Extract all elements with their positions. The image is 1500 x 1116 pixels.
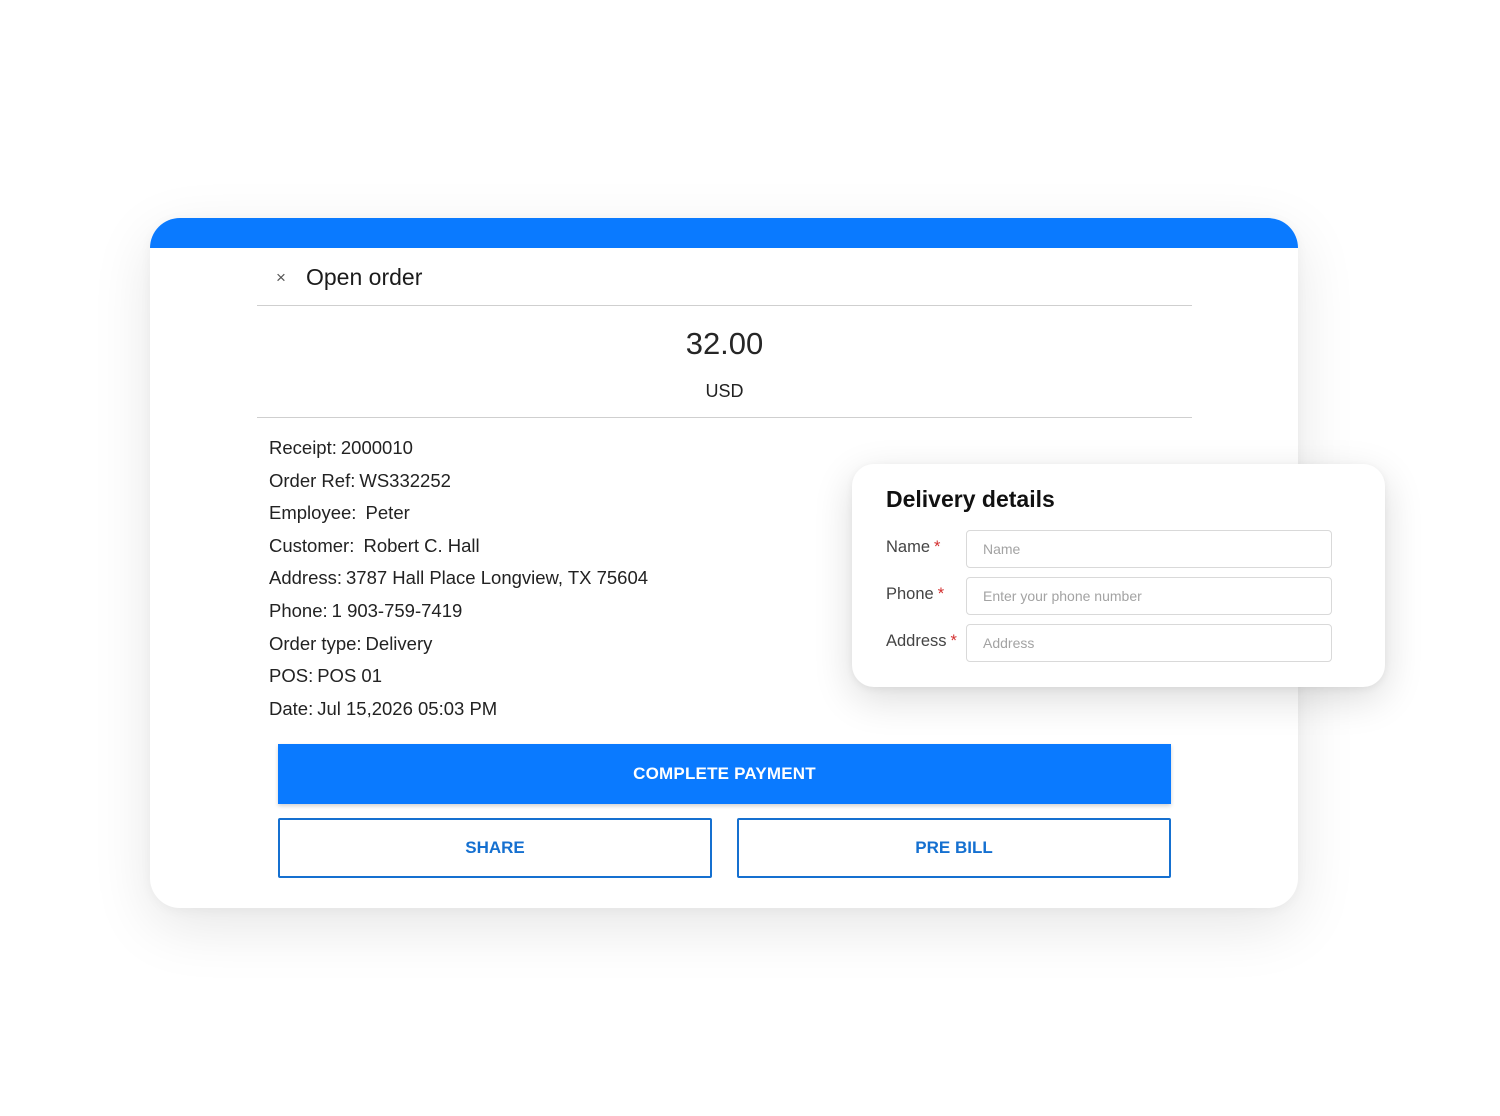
detail-value: POS 01 (317, 665, 383, 687)
phone-field-row: Phone * (886, 577, 1332, 615)
stage: × Open order 32.00 USD Receipt: 2000010 O… (0, 0, 1500, 1116)
detail-phone: Phone: 1 903-759-7419 (269, 595, 648, 628)
card-top-bar (150, 218, 1298, 248)
detail-label: Order Ref: (269, 469, 356, 491)
address-label-text: Address (886, 632, 947, 650)
address-field-row: Address * (886, 624, 1332, 662)
required-mark: * (937, 585, 945, 603)
order-header: × Open order (257, 248, 1192, 306)
detail-value: 3787 Hall Place Longview, TX 75604 (346, 567, 649, 589)
detail-date: Date: Jul 15,2026 05:03 PM (269, 693, 648, 726)
detail-label: Phone: (269, 599, 328, 621)
name-label-text: Name (886, 538, 931, 556)
close-icon[interactable]: × (271, 268, 291, 288)
detail-customer: Customer: Robert C. Hall (269, 530, 648, 563)
delivery-details-panel: Delivery details Name* Phone* Address* (852, 464, 1385, 687)
detail-order-ref: Order Ref: WS332252 (269, 465, 648, 498)
detail-label: Customer: (269, 534, 355, 556)
complete-payment-button[interactable]: COMPLETE PAYMENT (278, 744, 1171, 804)
order-details-list: Receipt: 2000010 Order Ref: WS332252 Emplo… (269, 432, 648, 725)
phone-label-text: Phone (886, 585, 934, 603)
share-button[interactable]: SHARE (278, 818, 712, 878)
pre-bill-button[interactable]: PRE BILL (737, 818, 1171, 878)
amount-block: 32.00 USD (257, 306, 1192, 418)
order-total-amount: 32.00 (685, 326, 764, 361)
detail-label: POS: (269, 665, 314, 687)
name-input[interactable] (966, 530, 1332, 568)
required-mark: * (934, 538, 941, 556)
phone-label: Phone * (886, 585, 944, 604)
detail-value: Jul 15,2026 05:03 PM (317, 697, 498, 719)
address-input[interactable] (966, 624, 1332, 662)
order-currency: USD (705, 381, 744, 401)
delivery-details-title: Delivery details (886, 486, 1055, 512)
detail-label: Date: (269, 697, 314, 719)
detail-value: WS332252 (359, 469, 451, 491)
detail-value: Delivery (365, 632, 433, 654)
detail-value: Peter (365, 502, 410, 524)
detail-receipt: Receipt: 2000010 (269, 432, 648, 465)
detail-value: Robert C. Hall (363, 534, 480, 556)
page-title: Open order (306, 264, 423, 290)
detail-label: Receipt: (269, 437, 337, 458)
detail-value: 1 903-759-7419 (331, 599, 463, 621)
detail-label: Employee: (269, 502, 357, 524)
detail-order-type: Order type: Delivery (269, 628, 648, 661)
phone-input[interactable] (966, 577, 1332, 615)
detail-pos: POS: POS 01 (269, 660, 648, 693)
address-label: Address * (886, 632, 957, 651)
detail-employee: Employee: Peter (269, 497, 648, 530)
detail-address: Address: 3787 Hall Place Longview, TX 756… (269, 562, 648, 595)
name-field-row: Name * (886, 530, 1332, 568)
name-label: Name * (886, 538, 940, 557)
required-mark: * (950, 632, 957, 650)
detail-label: Address: (269, 567, 343, 589)
detail-value: 2000010 (340, 437, 413, 458)
detail-label: Order type: (269, 632, 362, 654)
